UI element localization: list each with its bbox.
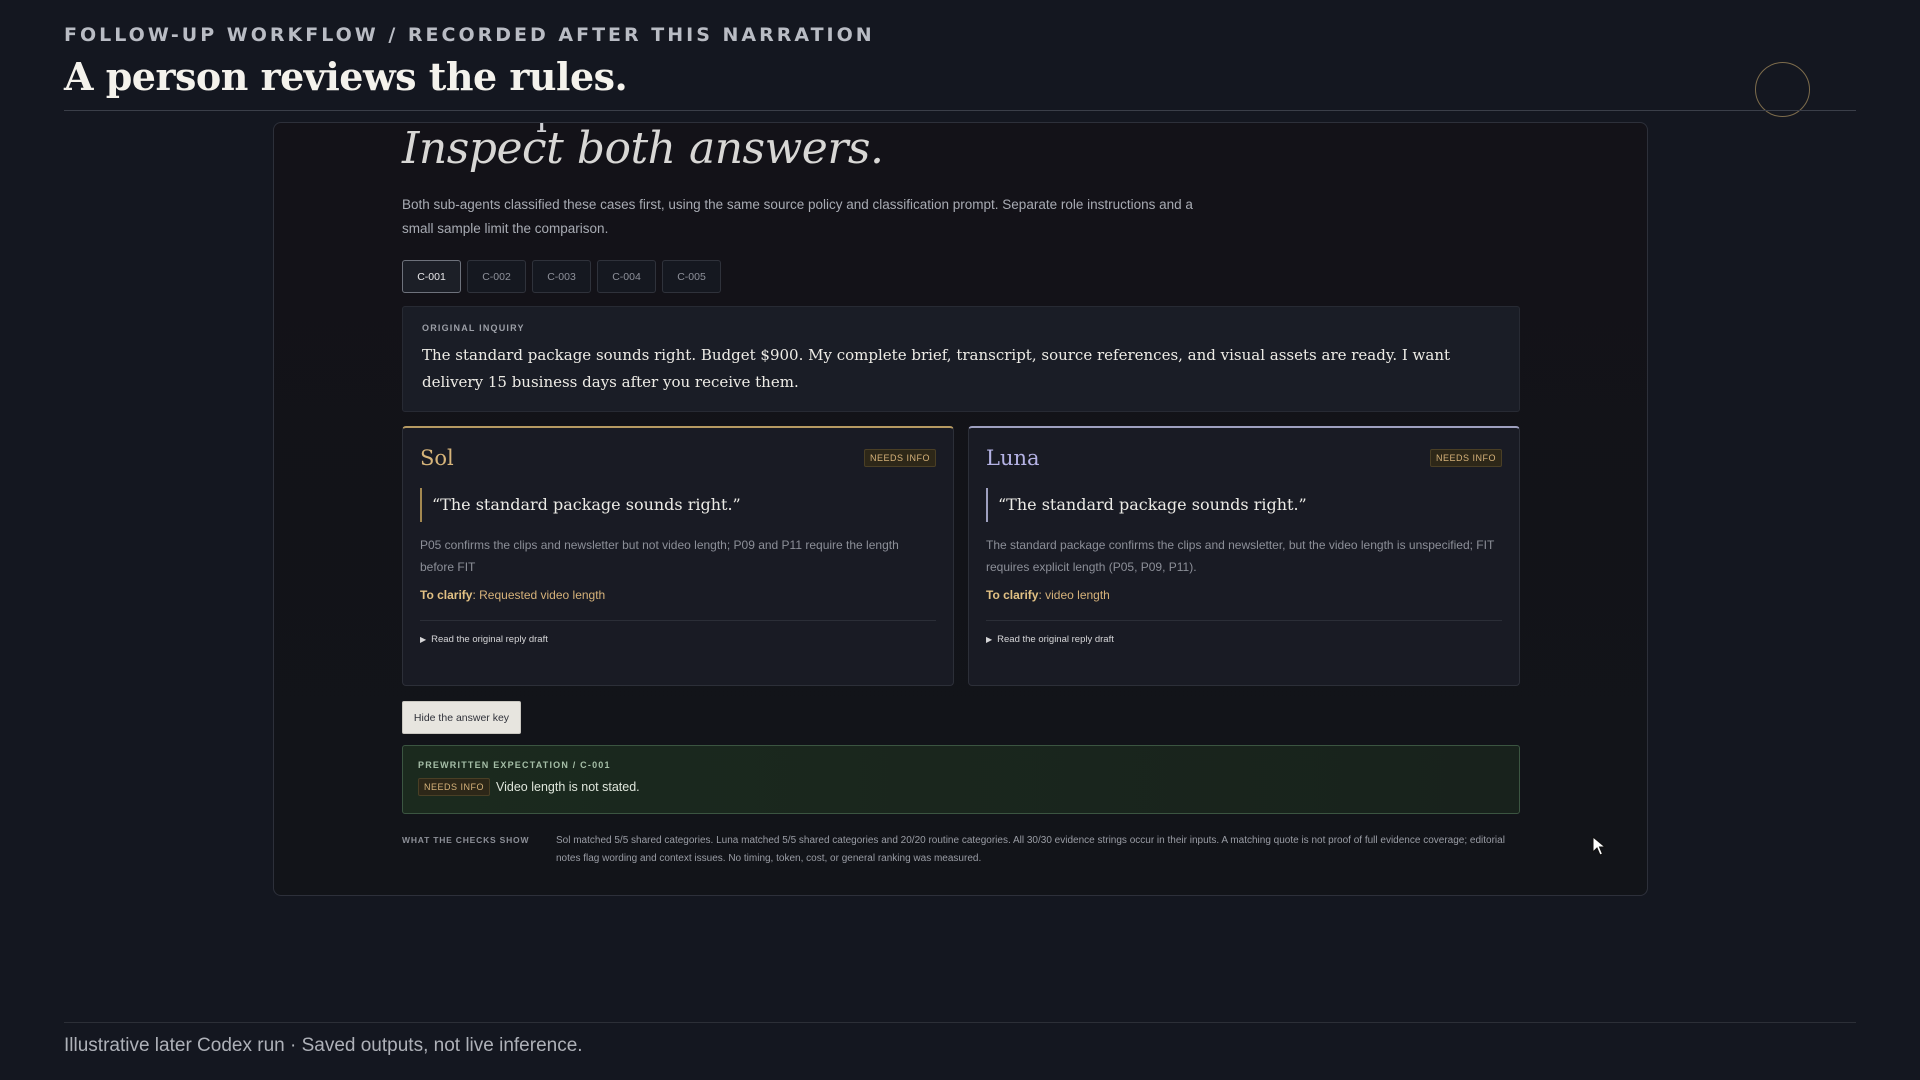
header-divider [64, 110, 1856, 111]
case-tabs: C-001 C-002 C-003 C-004 C-005 [402, 260, 721, 293]
reply-draft-label: Read the original reply draft [431, 634, 548, 645]
review-panel: ı Inspect both answers. Both sub-agents … [273, 122, 1648, 896]
disclosure-triangle-icon: ▶ [420, 635, 427, 644]
hide-answer-key-button[interactable]: Hide the answer key [402, 701, 521, 734]
clarify-line: To clarify: Requested video length [420, 588, 936, 602]
prewritten-expectation: PREWRITTEN EXPECTATION / C-001 NEEDS INF… [402, 745, 1520, 814]
clarify-label: To clarify [420, 588, 473, 602]
tab-c-001[interactable]: C-001 [402, 260, 461, 293]
footer-divider [64, 1022, 1856, 1023]
reply-draft-toggle[interactable]: ▶ Read the original reply draft [420, 634, 936, 645]
panel-intro: Both sub-agents classified these cases f… [402, 197, 1193, 236]
agent-reason: The standard package confirms the clips … [986, 538, 1495, 574]
record-circle-icon [1755, 62, 1810, 117]
panel-title: Inspect both answers. [402, 123, 884, 174]
agent-card-luna: Luna NEEDS INFO “The standard package so… [968, 426, 1520, 686]
status-badge: NEEDS INFO [1429, 449, 1502, 467]
tab-c-004[interactable]: C-004 [597, 260, 656, 293]
clarify-value: : video length [1038, 588, 1110, 602]
status-badge: NEEDS INFO [418, 778, 491, 796]
tab-c-003[interactable]: C-003 [532, 260, 591, 293]
agent-quote: “The standard package sounds right.” [420, 488, 936, 522]
checks-text: Sol matched 5/5 shared categories. Luna … [556, 835, 1505, 864]
agent-name: Luna [986, 446, 1040, 470]
checks-label: WHAT THE CHECKS SHOW [402, 835, 530, 845]
card-divider [986, 620, 1502, 621]
page-title: A person reviews the rules. [64, 54, 628, 99]
clarify-line: To clarify: video length [986, 588, 1502, 602]
reply-draft-label: Read the original reply draft [997, 634, 1114, 645]
expectation-label: PREWRITTEN EXPECTATION / C-001 [418, 760, 611, 770]
mouse-cursor-icon [1592, 836, 1606, 856]
workflow-eyebrow: FOLLOW-UP WORKFLOW / RECORDED AFTER THIS… [64, 24, 875, 46]
card-divider [420, 620, 936, 621]
footer-caption: Illustrative later Codex run · Saved out… [64, 1035, 583, 1056]
original-inquiry: ORIGINAL INQUIRY The standard package so… [402, 306, 1520, 412]
tab-c-005[interactable]: C-005 [662, 260, 721, 293]
clarify-value: : Requested video length [472, 588, 606, 602]
agent-card-sol: Sol NEEDS INFO “The standard package sou… [402, 426, 954, 686]
agent-name: Sol [420, 446, 454, 470]
tab-c-002[interactable]: C-002 [467, 260, 526, 293]
clarify-label: To clarify [986, 588, 1039, 602]
reply-draft-toggle[interactable]: ▶ Read the original reply draft [986, 634, 1502, 645]
disclosure-triangle-icon: ▶ [986, 635, 993, 644]
expectation-text: Video length is not stated. [496, 780, 640, 794]
inquiry-label: ORIGINAL INQUIRY [422, 323, 525, 333]
agent-quote: “The standard package sounds right.” [986, 488, 1502, 522]
agent-reason: P05 confirms the clips and newsletter bu… [420, 538, 899, 574]
status-badge: NEEDS INFO [863, 449, 936, 467]
inquiry-text: The standard package sounds right. Budge… [422, 346, 1451, 391]
